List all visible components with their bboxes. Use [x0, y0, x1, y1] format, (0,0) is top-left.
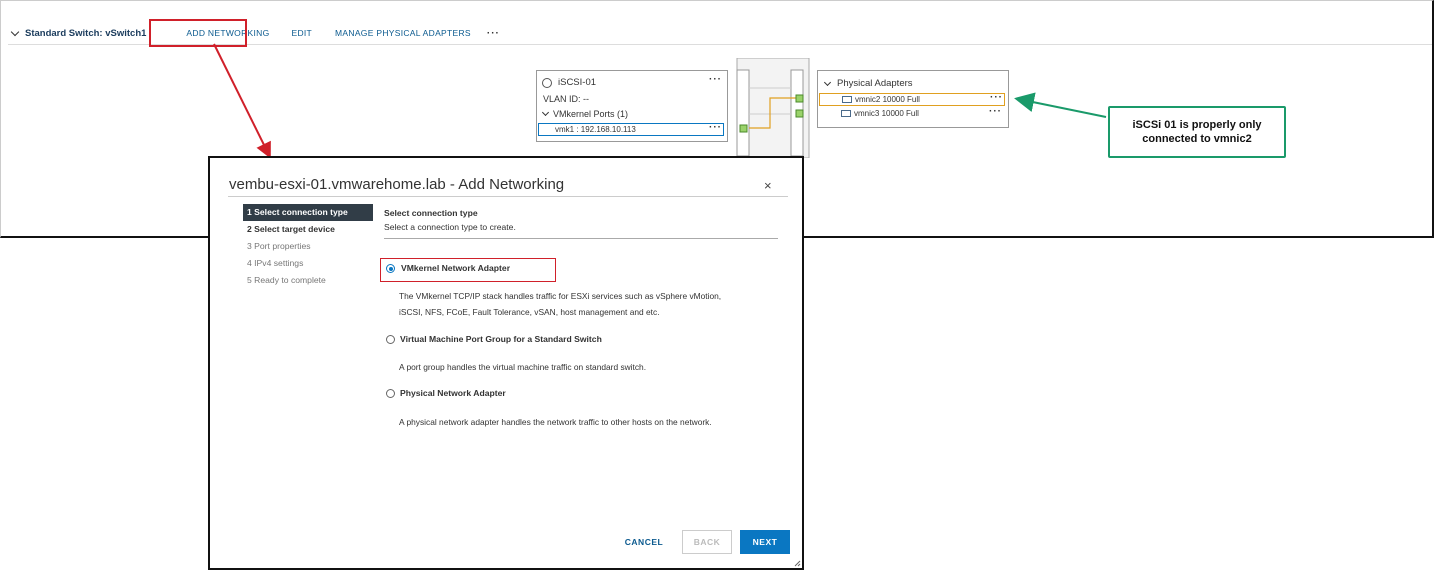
option-description: A port group handles the virtual machine… — [399, 362, 647, 372]
step-select-connection-type[interactable]: 1 Select connection type — [243, 204, 373, 221]
section-subheading: Select a connection type to create. — [384, 222, 516, 232]
option-label-physical-adapter[interactable]: Physical Network Adapter — [400, 388, 506, 398]
dialog-title: vembu-esxi-01.vmwarehome.lab - Add Netwo… — [229, 176, 565, 193]
section-heading: Select connection type — [384, 208, 478, 218]
resize-handle-icon[interactable] — [794, 560, 801, 567]
connection-type-content: Select connection type Select a connecti… — [384, 208, 784, 239]
close-icon[interactable]: × — [764, 178, 772, 193]
option-description: A physical network adapter handles the n… — [399, 417, 712, 427]
radio-vm-port-group[interactable] — [386, 335, 395, 344]
next-button[interactable]: NEXT — [740, 530, 790, 554]
divider — [384, 238, 778, 239]
step-ipv4-settings: 4 IPv4 settings — [247, 258, 304, 268]
step-port-properties: 3 Port properties — [247, 241, 311, 251]
back-button[interactable]: BACK — [682, 530, 732, 554]
option-description: The VMkernel TCP/IP stack handles traffi… — [399, 288, 721, 320]
step-select-target-device[interactable]: 2 Select target device — [243, 221, 373, 238]
option-label-vm-port-group[interactable]: Virtual Machine Port Group for a Standar… — [400, 334, 602, 344]
cancel-button[interactable]: CANCEL — [614, 530, 674, 554]
highlight-vmkernel-option — [380, 258, 556, 282]
step-ready-to-complete: 5 Ready to complete — [247, 275, 326, 285]
option-description-line: The VMkernel TCP/IP stack handles traffi… — [399, 291, 722, 301]
divider — [228, 196, 788, 197]
wizard-steps: 1 Select connection type 2 Select target… — [243, 204, 373, 289]
radio-physical-network-adapter[interactable] — [386, 389, 395, 398]
add-networking-dialog: vembu-esxi-01.vmwarehome.lab - Add Netwo… — [208, 156, 804, 570]
option-description-line: iSCSI, NFS, FCoE, Fault Tolerance, vSAN,… — [399, 307, 660, 317]
